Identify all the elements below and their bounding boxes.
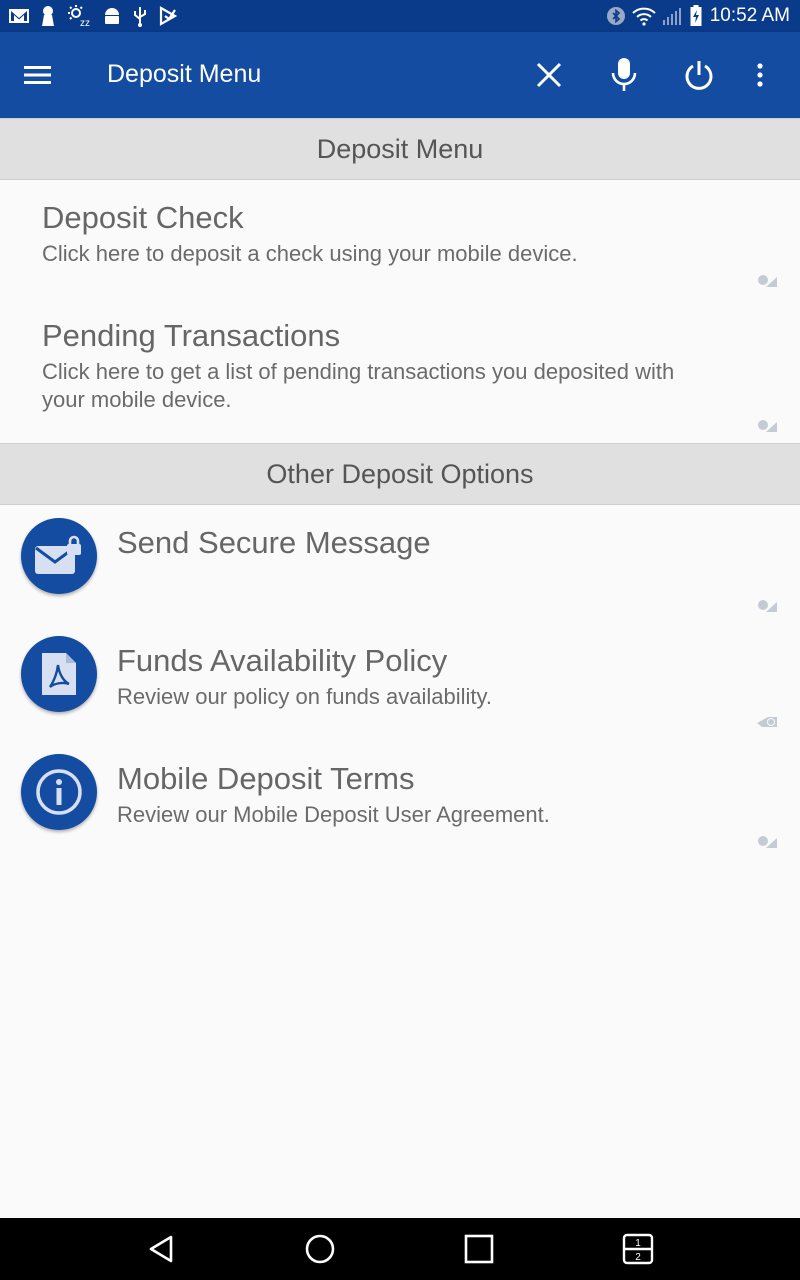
microphone-button[interactable] <box>602 53 646 97</box>
bluetooth-icon <box>606 6 626 26</box>
pdf-icon <box>21 636 97 712</box>
item-subtitle: Review our Mobile Deposit User Agreement… <box>117 802 550 827</box>
corner-indicator-icon <box>758 600 777 612</box>
keyhole-icon <box>40 5 56 27</box>
home-icon <box>305 1234 335 1264</box>
item-title: Send Secure Message <box>117 525 431 560</box>
split-screen-button[interactable]: 1 2 <box>616 1229 660 1269</box>
hamburger-icon <box>24 66 51 84</box>
hamburger-menu-button[interactable] <box>24 55 74 95</box>
android-debug-icon <box>102 6 122 26</box>
back-icon <box>149 1235 173 1263</box>
close-button[interactable] <box>527 53 571 97</box>
status-bar: zz 10:52 AM <box>0 0 800 32</box>
status-time: 10:52 AM <box>709 5 790 26</box>
list-item-mobile-deposit-terms[interactable]: Mobile Deposit Terms Review our Mobile D… <box>0 742 800 860</box>
section-header-other-options: Other Deposit Options <box>0 443 800 505</box>
gmail-icon <box>8 7 30 25</box>
usb-icon <box>132 5 148 27</box>
system-nav-bar: 1 2 <box>0 1218 800 1280</box>
close-icon <box>536 62 562 88</box>
app-bar: Deposit Menu <box>0 32 800 118</box>
corner-indicator-icon <box>758 275 777 287</box>
power-icon <box>685 61 713 90</box>
page-title: Deposit Menu <box>107 60 262 88</box>
corner-indicator-icon <box>757 717 777 727</box>
notification-icons: zz <box>8 4 178 28</box>
corner-indicator-icon <box>758 420 777 432</box>
list-item-send-secure-message[interactable]: Send Secure Message <box>0 506 800 624</box>
item-title: Funds Availability Policy <box>117 643 448 678</box>
more-options-button[interactable] <box>738 53 782 97</box>
secure-mail-icon <box>21 518 97 594</box>
list-item-funds-availability-policy[interactable]: Funds Availability Policy Review our pol… <box>0 624 800 742</box>
corner-indicator-icon <box>758 836 777 848</box>
item-subtitle: Click here to deposit a check using your… <box>42 241 578 266</box>
split-screen-icon: 1 2 <box>622 1233 654 1265</box>
split-label-top: 1 <box>635 1238 641 1249</box>
item-title: Pending Transactions <box>42 318 341 353</box>
item-subtitle: Review our policy on funds availability. <box>117 684 492 709</box>
recents-icon <box>464 1234 494 1264</box>
list-item-pending-transactions[interactable]: Pending Transactions Click here to get a… <box>0 299 800 442</box>
split-label-bottom: 2 <box>635 1252 641 1263</box>
more-vert-icon <box>757 63 763 87</box>
wifi-icon <box>632 6 656 26</box>
power-button[interactable] <box>677 53 721 97</box>
home-button[interactable] <box>298 1229 342 1269</box>
system-icons: 10:52 AM <box>606 3 790 29</box>
svg-text:zz: zz <box>80 18 90 28</box>
battery-charging-icon <box>690 5 702 27</box>
list-item-deposit-check[interactable]: Deposit Check Click here to deposit a ch… <box>0 181 800 299</box>
info-icon <box>21 754 97 830</box>
sleep-icon: zz <box>66 4 92 28</box>
back-button[interactable] <box>139 1229 183 1269</box>
item-title: Deposit Check <box>42 200 244 235</box>
item-title: Mobile Deposit Terms <box>117 761 415 796</box>
play-store-icon <box>158 6 178 26</box>
item-subtitle-line2: your mobile device. <box>42 387 232 412</box>
item-subtitle: Click here to get a list of pending tran… <box>42 359 675 384</box>
signal-icon <box>662 6 684 26</box>
recents-button[interactable] <box>457 1229 501 1269</box>
section-header-deposit-menu: Deposit Menu <box>0 118 800 180</box>
microphone-icon <box>611 58 637 91</box>
